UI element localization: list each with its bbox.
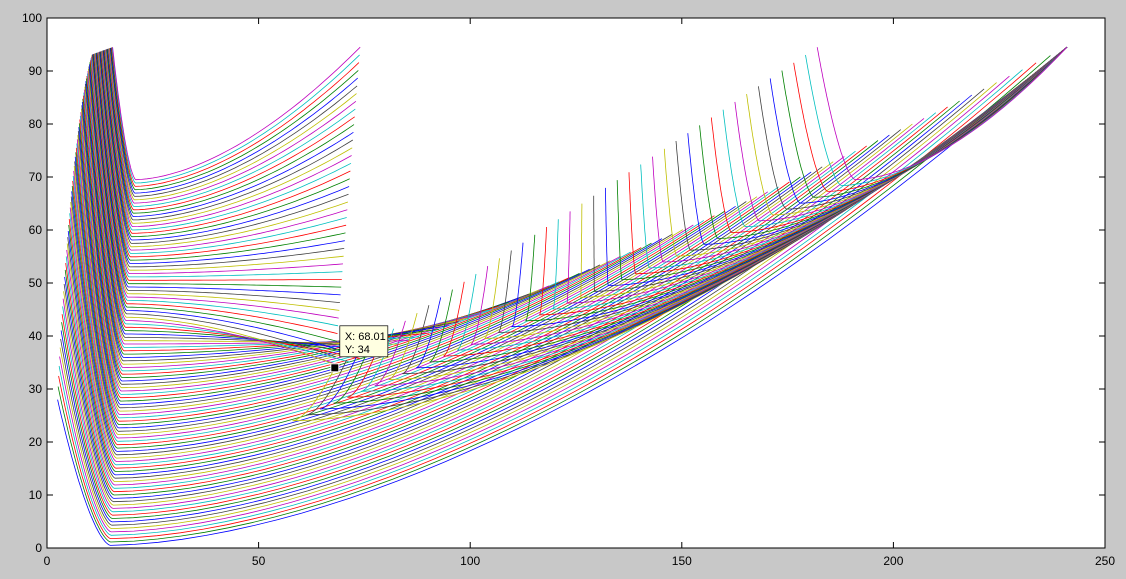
y-tick-label: 90 [29, 64, 43, 78]
x-tick-label: 100 [460, 554, 480, 568]
y-tick-label: 10 [29, 488, 43, 502]
line-chart: 0 50 100 150 200 250 0 10 20 30 40 50 60 70 80 90 100 X:… [22, 11, 1115, 568]
x-tick-label: 150 [672, 554, 692, 568]
x-tick-label: 50 [252, 554, 266, 568]
y-tick-label: 40 [29, 329, 43, 343]
x-tick-label: 200 [883, 554, 903, 568]
y-tick-label: 60 [29, 223, 43, 237]
y-tick-label: 80 [29, 117, 43, 131]
y-tick-label: 30 [29, 382, 43, 396]
y-tick-label: 50 [29, 276, 43, 290]
x-tick-label: 0 [44, 554, 51, 568]
x-tick-label: 250 [1095, 554, 1115, 568]
y-tick-label: 70 [29, 170, 43, 184]
y-tick-label: 0 [35, 541, 42, 555]
datatip-y-text: Y: 34 [345, 344, 370, 356]
y-tick-label: 20 [29, 435, 43, 449]
datatip-marker[interactable] [330, 363, 340, 373]
figure-window: 0 50 100 150 200 250 0 10 20 30 40 50 60 70 80 90 100 X:… [0, 0, 1126, 574]
y-tick-label: 100 [22, 11, 42, 25]
datatip-x-text: X: 68.01 [345, 331, 386, 343]
